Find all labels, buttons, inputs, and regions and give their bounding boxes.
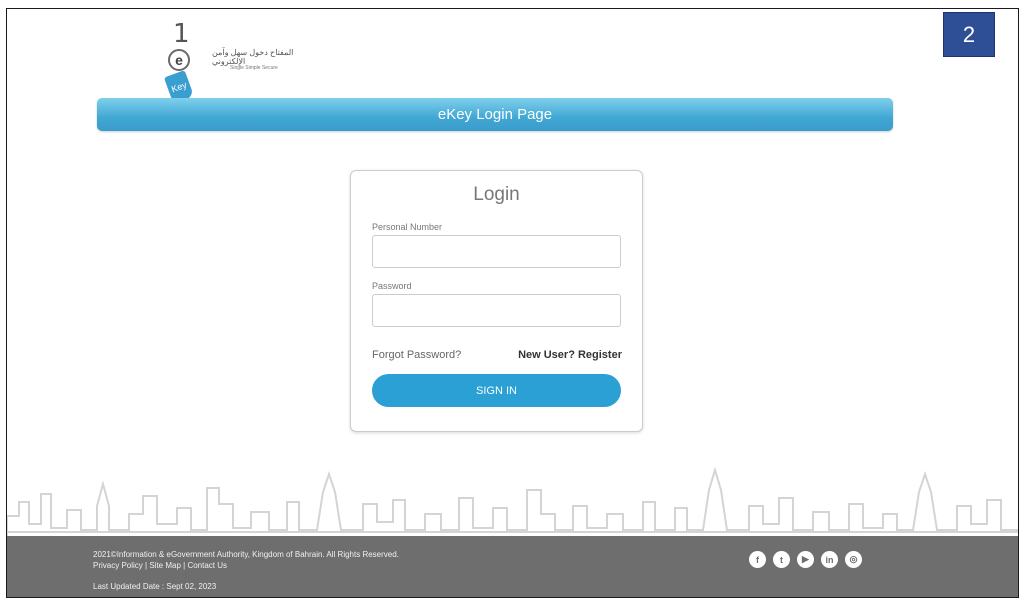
logo-digit: 1 <box>173 19 190 49</box>
register-link[interactable]: New User? Register <box>518 349 622 361</box>
logo-arabic-line1: المفتاح دخول سهل وآمن <box>212 48 294 57</box>
contact-us-link[interactable]: Contact Us <box>187 561 227 570</box>
password-label: Password <box>372 281 412 291</box>
social-links: f t ▶ in ◎ <box>749 551 862 568</box>
site-map-link[interactable]: Site Map <box>149 561 181 570</box>
personal-number-label: Personal Number <box>372 222 443 232</box>
linkedin-icon[interactable]: in <box>821 551 838 568</box>
site-footer: 2021©Information & eGovernment Authority… <box>7 536 1018 597</box>
page-title-banner: eKey Login Page <box>97 98 893 131</box>
youtube-icon[interactable]: ▶ <box>797 551 814 568</box>
footer-links: Privacy Policy | Site Map | Contact Us <box>93 561 227 570</box>
ekey-logo: 1 e Key المفتاح دخول سهل وآمن الإلكتروني… <box>162 19 322 104</box>
page-frame: 2 1 e Key المفتاح دخول سهل وآمن الإلكترو… <box>6 8 1019 598</box>
privacy-policy-link[interactable]: Privacy Policy <box>93 561 143 570</box>
city-skyline-illustration <box>7 466 1018 536</box>
password-input[interactable] <box>372 294 621 327</box>
login-card: Login Personal Number Password Forgot Pa… <box>350 170 643 432</box>
logo-english-tagline: Single Simple Secure <box>230 65 278 71</box>
login-heading: Login <box>473 184 520 205</box>
slide-number-badge: 2 <box>943 12 995 57</box>
twitter-icon[interactable]: t <box>773 551 790 568</box>
instagram-icon[interactable]: ◎ <box>845 551 862 568</box>
logo-e-icon: e <box>168 49 190 71</box>
sign-in-button[interactable]: SIGN IN <box>372 374 621 407</box>
personal-number-input[interactable] <box>372 235 621 268</box>
footer-copyright: 2021©Information & eGovernment Authority… <box>93 550 399 559</box>
forgot-password-link[interactable]: Forgot Password? <box>372 349 461 361</box>
facebook-icon[interactable]: f <box>749 551 766 568</box>
page-title: eKey Login Page <box>437 106 553 123</box>
last-updated-date: Last Updated Date : Sept 02, 2023 <box>93 582 217 591</box>
